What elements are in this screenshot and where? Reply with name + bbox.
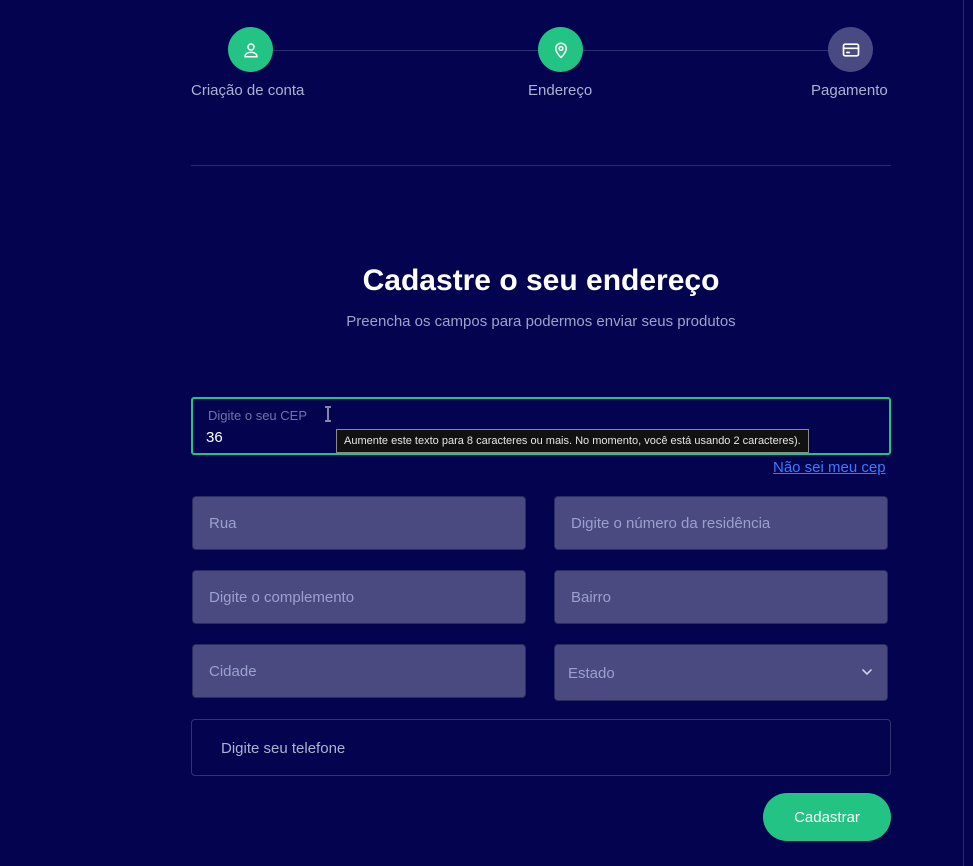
cep-help-link[interactable]: Não sei meu cep (773, 459, 886, 476)
city-placeholder: Cidade (209, 663, 257, 680)
step-address-label: Endereço (528, 82, 593, 99)
section-divider (191, 165, 891, 166)
complement-placeholder: Digite o complemento (209, 589, 355, 606)
page-subtitle: Preencha os campos para podermos enviar … (346, 313, 736, 330)
neighborhood-input[interactable]: Bairro (554, 570, 888, 624)
credit-card-icon (842, 42, 859, 57)
complement-input[interactable]: Digite o complemento (192, 570, 526, 624)
phone-input[interactable]: Digite seu telefone (191, 719, 891, 776)
neighborhood-placeholder: Bairro (571, 589, 612, 606)
city-input[interactable]: Cidade (192, 644, 526, 698)
submit-button[interactable]: Cadastrar (763, 793, 891, 841)
map-pin-icon (554, 42, 567, 59)
step-account-label: Criação de conta (191, 82, 305, 99)
validation-tooltip: Aumente este texto para 8 caracteres ou … (336, 429, 809, 453)
phone-placeholder: Digite seu telefone (221, 740, 346, 757)
step-account-circle (228, 27, 273, 72)
state-placeholder: Estado (568, 665, 615, 682)
house-number-input[interactable]: Digite o número da residência (554, 496, 888, 550)
cep-label: Digite o seu CEP (208, 408, 307, 423)
chevron-down-icon (862, 669, 872, 676)
text-cursor-icon (325, 406, 331, 422)
street-input[interactable]: Rua (192, 496, 526, 550)
user-icon (243, 42, 258, 57)
step-payment-label: Pagamento (811, 82, 888, 99)
scrollbar-edge (963, 0, 964, 866)
step-payment-circle (828, 27, 873, 72)
page-title: Cadastre o seu endereço (362, 264, 720, 297)
street-placeholder: Rua (209, 515, 237, 532)
step-address-circle (538, 27, 583, 72)
cep-value[interactable]: 36 (206, 429, 223, 446)
house-number-placeholder: Digite o número da residência (571, 515, 771, 532)
state-select[interactable]: Estado (554, 644, 888, 701)
